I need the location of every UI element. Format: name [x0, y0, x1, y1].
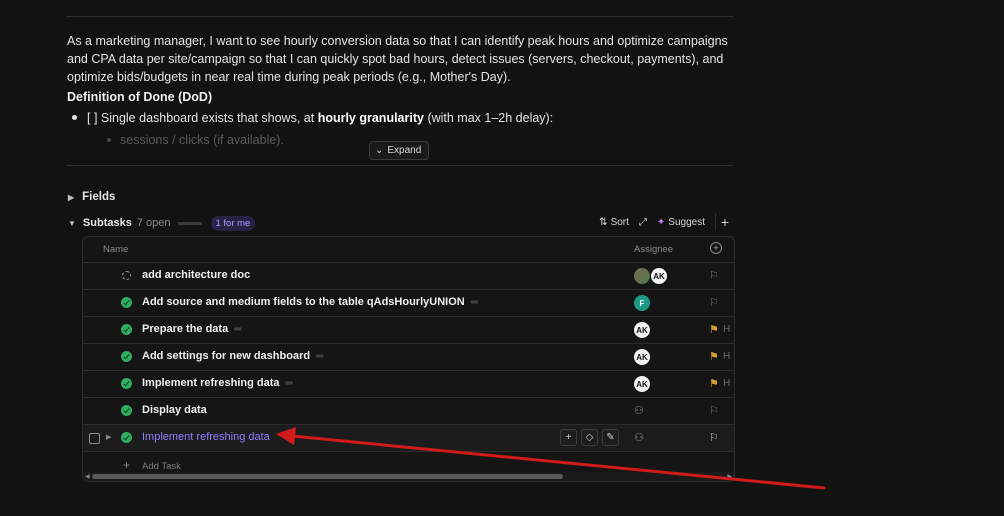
flag-icon[interactable]: ⚐ [709, 404, 719, 417]
suggest-button[interactable]: ✦ Suggest [657, 217, 705, 228]
add-column-icon[interactable]: + [710, 242, 722, 254]
expand-arrows-icon[interactable]: ⤢ [639, 217, 647, 228]
priority-label: H [723, 378, 731, 389]
fields-toggle[interactable]: ▶ Fields [68, 191, 115, 203]
status-done-icon[interactable] [122, 325, 131, 334]
flag-icon[interactable]: ⚑ [709, 323, 719, 336]
status-done-icon[interactable] [122, 298, 131, 307]
status-done-icon[interactable] [122, 433, 131, 442]
bullet-dot [107, 137, 111, 142]
avatar[interactable]: AK [651, 268, 667, 284]
add-assignee-icon[interactable]: ⚇ [634, 431, 644, 444]
scroll-left-icon[interactable]: ◀ [85, 473, 90, 480]
description-lines-icon: ═ [470, 297, 478, 308]
task-name[interactable]: Implement refreshing data [142, 431, 270, 443]
row-actions: + ◇ ✎ [560, 429, 619, 446]
description-paragraph: As a marketing manager, I want to see ho… [67, 34, 728, 84]
status-todo-icon[interactable] [122, 271, 131, 280]
priority-label: H [723, 351, 731, 362]
add-subtask-icon[interactable]: + [715, 213, 734, 231]
table-row[interactable]: add architecture doc AK ⚐ [83, 262, 734, 289]
task-name[interactable]: Prepare the data ═ [142, 323, 241, 335]
ai-sparkle-icon: ✦ [656, 216, 666, 228]
open-count: 7 open [136, 217, 171, 229]
table-row[interactable]: Implement refreshing data ═ AK ⚑ H [83, 370, 734, 397]
caret-right-icon[interactable]: ▶ [106, 433, 111, 441]
flag-icon[interactable]: ⚐ [709, 296, 719, 309]
edit-icon[interactable]: ✎ [602, 429, 619, 446]
column-name[interactable]: Name [103, 244, 128, 255]
task-name[interactable]: Add source and medium fields to the tabl… [142, 296, 478, 308]
task-name[interactable]: Implement refreshing data ═ [142, 377, 293, 389]
subtasks-title[interactable]: Subtasks [83, 217, 132, 229]
description-lines-icon: ═ [285, 378, 293, 389]
dod-heading: Definition of Done (DoD) [67, 90, 213, 104]
for-me-badge[interactable]: 1 for me [210, 215, 256, 231]
scrollbar-thumb[interactable] [92, 474, 563, 479]
sort-icon: ⇅ [599, 216, 608, 228]
task-description: As a marketing manager, I want to see ho… [67, 32, 737, 86]
sort-button[interactable]: ⇅ Sort [599, 217, 629, 228]
avatar[interactable]: AK [634, 376, 650, 392]
priority-label: H [723, 324, 731, 335]
table-header: Name Assignee + [83, 237, 734, 262]
task-name[interactable]: add architecture doc [142, 269, 250, 281]
avatar[interactable]: F [634, 295, 650, 311]
caret-right-icon: ▶ [68, 192, 75, 202]
horizontal-scrollbar[interactable]: ◀ ▶ [83, 472, 734, 481]
flag-icon[interactable]: ⚐ [709, 269, 719, 282]
task-name[interactable]: Add settings for new dashboard ═ [142, 350, 323, 362]
status-done-icon[interactable] [122, 352, 131, 361]
flag-icon[interactable]: ⚑ [709, 350, 719, 363]
plus-icon: + [123, 458, 131, 472]
scroll-right-icon[interactable]: ▶ [727, 473, 732, 480]
table-row[interactable]: Add source and medium fields to the tabl… [83, 289, 734, 316]
add-assignee-icon[interactable]: ⚇ [634, 404, 644, 417]
description-lines-icon: ═ [234, 324, 242, 335]
flag-icon[interactable]: ⚑ [709, 377, 719, 390]
table-row-hovered[interactable]: ▶ Implement refreshing data + ◇ ✎ ⚇ ⚐ [83, 424, 734, 451]
flag-icon[interactable]: ⚐ [709, 431, 719, 444]
chevron-down-icon: ⌄ [375, 145, 384, 156]
subtasks-progress-bar [177, 221, 202, 225]
subtasks-header: ▼ Subtasks 7 open 1 for me ⇅ Sort ⤢ ✦ Sugg… [68, 213, 734, 231]
subtasks-table: Name Assignee + add architecture doc AK … [82, 236, 735, 482]
top-divider [66, 16, 733, 17]
plus-icon[interactable]: + [560, 429, 577, 446]
status-done-icon[interactable] [122, 406, 131, 415]
avatar[interactable]: AK [634, 322, 650, 338]
table-row[interactable]: Display data ⚇ ⚐ [83, 397, 734, 424]
bullet-dot [72, 115, 77, 121]
expand-button[interactable]: ⌄ Expand [369, 141, 430, 160]
avatar[interactable] [634, 268, 650, 284]
task-name[interactable]: Display data [142, 404, 207, 416]
description-lines-icon: ═ [316, 351, 324, 362]
column-assignee[interactable]: Assignee [634, 244, 673, 255]
status-done-icon[interactable] [122, 379, 131, 388]
avatar[interactable]: AK [634, 349, 650, 365]
table-row[interactable]: Prepare the data ═ AK ⚑ H [83, 316, 734, 343]
dod-sub-bullet: sessions / clicks (if available). [107, 133, 284, 147]
add-task-label: Add Task [142, 461, 181, 472]
section-divider [66, 165, 733, 166]
caret-down-icon[interactable]: ▼ [68, 219, 76, 228]
row-checkbox[interactable] [89, 433, 100, 444]
table-row[interactable]: Add settings for new dashboard ═ AK ⚑ H [83, 343, 734, 370]
tag-icon[interactable]: ◇ [581, 429, 598, 446]
dod-bullet: [ ] Single dashboard exists that shows, … [72, 111, 553, 125]
